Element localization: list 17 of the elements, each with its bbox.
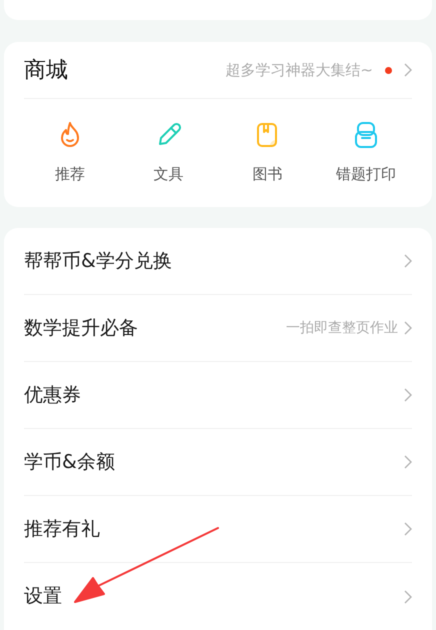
chevron-icon — [404, 254, 412, 268]
chevron-icon — [404, 63, 412, 77]
shop-category[interactable]: 错题打印 — [320, 118, 412, 185]
menu-item[interactable]: 设置 — [24, 563, 412, 630]
shop-category[interactable]: 图书 — [221, 118, 314, 185]
chevron-icon — [404, 590, 412, 604]
chevron-icon — [404, 455, 412, 469]
menu-item[interactable]: 帮帮币&学分兑换 — [24, 228, 412, 295]
chevron-icon — [404, 388, 412, 402]
menu-item[interactable]: 数学提升必备 一拍即查整页作业 — [24, 295, 412, 362]
chevron-icon — [404, 522, 412, 536]
menu-item[interactable]: 学币&余额 — [24, 429, 412, 496]
section-title: 商城 — [24, 56, 68, 84]
menu-item[interactable]: 优惠券 — [24, 362, 412, 429]
chevron-icon — [404, 321, 412, 335]
shop-category[interactable]: 推荐 — [24, 118, 116, 185]
shop-category[interactable]: 文具 — [122, 118, 215, 185]
